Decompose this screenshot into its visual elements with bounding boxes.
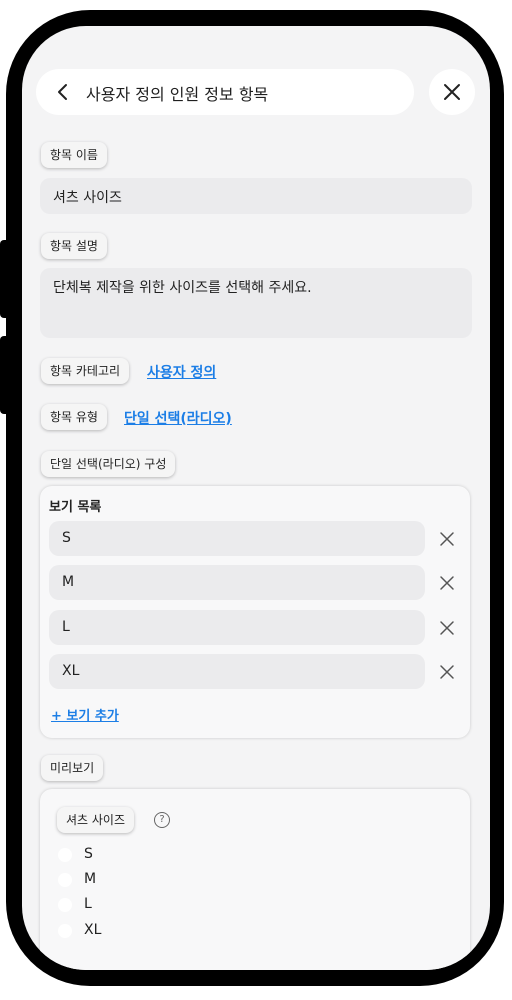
- chevron-left-icon: [58, 84, 67, 100]
- option-value: L: [62, 619, 70, 635]
- item-name-input[interactable]: 셔츠 사이즈: [40, 178, 472, 214]
- radio-button[interactable]: [58, 848, 72, 862]
- option-input[interactable]: XL: [49, 654, 425, 689]
- radio-button[interactable]: [58, 924, 72, 938]
- item-name-label: 항목 이름: [41, 142, 107, 168]
- item-category-link[interactable]: 사용자 정의: [147, 362, 216, 382]
- remove-option-icon[interactable]: [438, 663, 456, 681]
- side-button-lower: [0, 336, 10, 414]
- item-desc-textarea[interactable]: 단체복 제작을 위한 사이즈를 선택해 주세요.: [40, 268, 472, 338]
- close-icon: [444, 84, 460, 100]
- remove-option-icon[interactable]: [438, 619, 456, 637]
- option-value: M: [62, 574, 75, 590]
- item-name-value: 셔츠 사이즈: [53, 190, 122, 206]
- preview-field-label: 셔츠 사이즈: [57, 807, 135, 833]
- header-bar: 사용자 정의 인원 정보 항목: [36, 69, 414, 115]
- option-input[interactable]: S: [49, 521, 425, 556]
- remove-option-icon[interactable]: [438, 530, 456, 548]
- option-value: XL: [62, 663, 80, 679]
- item-type-label: 항목 유형: [41, 404, 107, 430]
- close-button[interactable]: [429, 69, 475, 115]
- back-button[interactable]: [52, 81, 74, 103]
- item-desc-value: 단체복 제작을 위한 사이즈를 선택해 주세요.: [53, 280, 312, 296]
- preview-section-label: 미리보기: [41, 755, 104, 781]
- item-category-label: 항목 카테고리: [41, 358, 130, 384]
- radio-label: M: [84, 871, 97, 887]
- radio-button[interactable]: [58, 873, 72, 887]
- option-input[interactable]: L: [49, 610, 425, 645]
- config-section-label: 단일 선택(라디오) 구성: [41, 451, 176, 477]
- options-card: 보기 목록 S M L XL + 보기 추가: [40, 486, 470, 738]
- side-button-upper: [0, 240, 10, 318]
- option-input[interactable]: M: [49, 565, 425, 600]
- help-icon[interactable]: ?: [154, 812, 170, 828]
- option-value: S: [62, 530, 71, 546]
- preview-card: 셔츠 사이즈 ? S M L XL: [40, 789, 470, 970]
- add-option-link[interactable]: + 보기 추가: [51, 705, 119, 724]
- radio-label: XL: [84, 922, 102, 938]
- radio-button[interactable]: [58, 898, 72, 912]
- item-type-link[interactable]: 단일 선택(라디오): [124, 408, 232, 428]
- options-title: 보기 목록: [49, 500, 102, 515]
- item-desc-label: 항목 설명: [41, 233, 107, 259]
- page-title: 사용자 정의 인원 정보 항목: [86, 85, 269, 104]
- remove-option-icon[interactable]: [438, 574, 456, 592]
- radio-label: S: [84, 846, 93, 862]
- screen: 사용자 정의 인원 정보 항목 항목 이름 셔츠 사이즈 항목 설명 단체복 제…: [22, 26, 490, 970]
- radio-label: L: [84, 896, 92, 912]
